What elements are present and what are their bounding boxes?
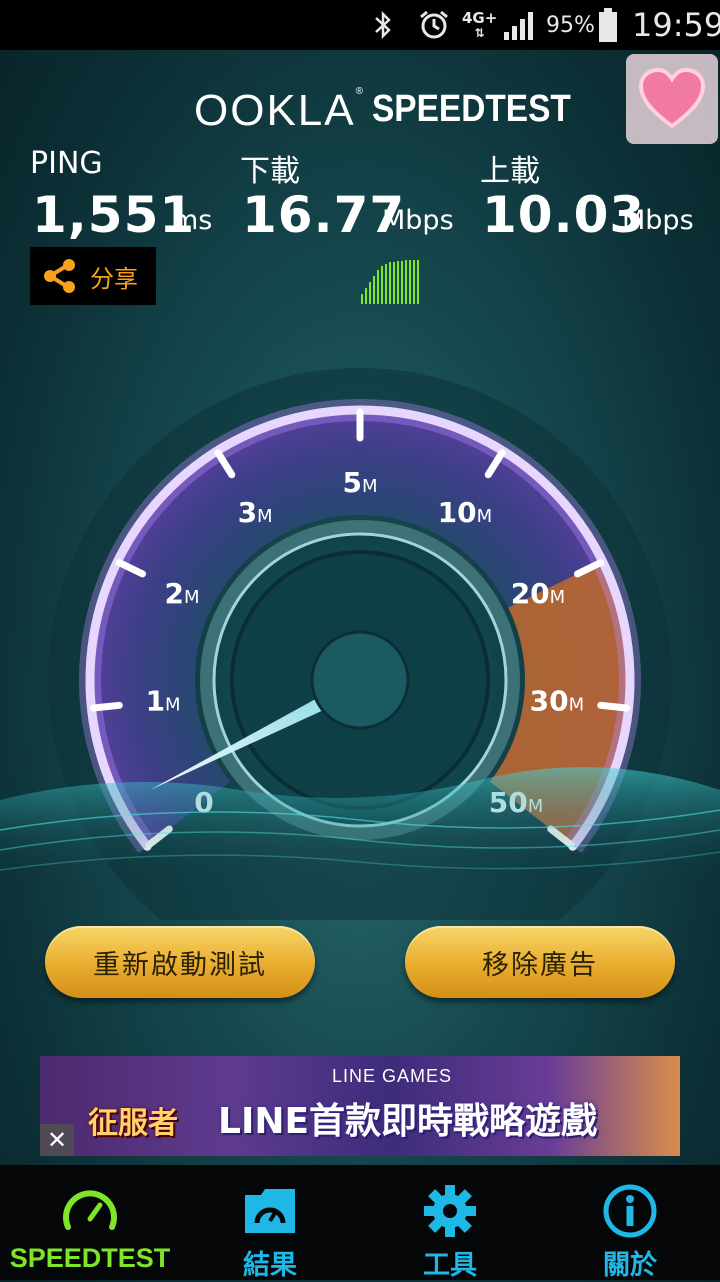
folder-gauge-icon [245,1189,295,1233]
status-bar: 4G+ ⇅ 95% 19:59 [0,0,720,50]
nav-speedtest-label: SPEEDTEST [9,1243,171,1273]
gauge-tick [597,701,631,712]
nav-about-label: 關於 [603,1250,657,1281]
app-header: OOKLA® SPEEDTEST [0,86,720,135]
info-icon [603,1184,657,1238]
ad-subtitle: LINE GAMES [332,1066,453,1086]
heart-icon [638,68,706,129]
download-value: 16.77 [242,186,406,244]
signal-icon [502,0,536,50]
ad-game-logo: 征服者 [88,1106,178,1141]
heart-button[interactable] [626,54,718,144]
nav-results-label: 結果 [243,1250,297,1281]
share-button[interactable]: 分享 [30,247,156,305]
battery-percent: 95% [546,12,595,38]
ping-unit: ms [172,205,213,236]
gear-icon [424,1185,476,1237]
ad-headline: LINE首款即時戰略遊戲 [218,1101,598,1142]
upload-value: 10.03 [482,186,646,244]
clock: 19:59 [632,6,720,44]
battery-icon [598,0,618,50]
gauge-tick [89,701,123,712]
nav-tools-label: 工具 [423,1250,477,1281]
ad-banner[interactable]: LINE GAMES 征服者 LINE首款即時戰略遊戲 ✕ [40,1056,680,1156]
speedtest-title: SPEEDTEST [372,88,571,130]
upload-sparkline [480,260,657,304]
share-icon [44,259,75,293]
remove-ads-button[interactable]: 移除廣告 [405,926,675,998]
ad-close-button[interactable]: ✕ [40,1124,74,1156]
ookla-logo: OOKLA® [194,86,365,135]
nav-about[interactable]: 關於 [540,1165,720,1281]
share-label: 分享 [90,264,138,293]
bluetooth-icon [372,0,394,50]
download-label: 下載 [240,154,300,189]
bottom-nav: SPEEDTEST 結果 工具 關於 [0,1165,720,1281]
restart-test-button[interactable]: 重新啟動測試 [45,926,315,998]
ping-value: 1,551 [32,186,196,244]
speed-gauge: 01M2M3M5M10M20M30M50M [0,368,720,920]
download-sparkline [361,260,419,304]
alarm-icon [418,0,450,50]
nav-results[interactable]: 結果 [180,1165,360,1281]
upload-unit: Mbps [622,205,694,236]
speedometer-icon [63,1190,117,1230]
network-type: 4G+ ⇅ [462,8,498,40]
ping-label: PING [30,146,103,181]
nav-speedtest[interactable]: SPEEDTEST [0,1165,180,1280]
download-unit: Mbps [382,205,454,236]
nav-tools[interactable]: 工具 [360,1165,540,1281]
upload-label: 上載 [480,154,540,189]
